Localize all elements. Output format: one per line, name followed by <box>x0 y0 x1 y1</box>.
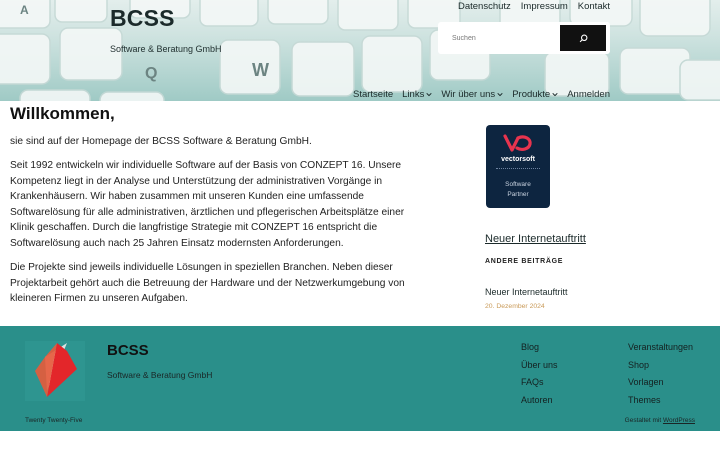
site-footer: BCSS Software & Beratung GmbH Blog Über … <box>0 326 720 431</box>
vectorsoft-logo-icon <box>503 134 532 152</box>
nav-label: Anmelden <box>567 89 610 100</box>
nav-wir-ueber-uns[interactable]: Wir über uns <box>441 89 503 100</box>
footer-nav-col-1: Blog Über uns FAQs Autoren <box>521 342 558 405</box>
paragraph-line: Die Projekte sind jeweils individuelle L… <box>10 262 393 273</box>
key-w: W <box>252 60 269 80</box>
footer-logo[interactable] <box>25 341 85 401</box>
footer-link-themes[interactable]: Themes <box>628 395 693 406</box>
search-box <box>438 22 610 54</box>
other-posts-heading: ANDERE BEITRÄGE <box>485 258 564 265</box>
paragraph-line: Klinik geschaffen. Durch die langfristig… <box>10 222 378 233</box>
intro-paragraph: sie sind auf der Homepage der BCSS Softw… <box>10 136 312 147</box>
nav-datenschutz[interactable]: Datenschutz <box>458 1 511 12</box>
post-date: 20. Dezember 2024 <box>485 303 545 310</box>
projects-paragraph: Die Projekte sind jeweils individuelle L… <box>10 260 450 307</box>
paragraph-line: Seit 1992 entwickeln wir individuelle So… <box>10 160 402 171</box>
nav-impressum[interactable]: Impressum <box>521 1 568 12</box>
arrow-logo-icon <box>35 343 77 397</box>
footer-theme-name: Twenty Twenty-Five <box>25 417 83 424</box>
top-navigation: Datenschutz Impressum Kontakt <box>458 1 610 12</box>
site-header: Q W A BCSS Software & Beratung GmbH Date… <box>0 0 720 101</box>
nav-label: Links <box>402 89 425 100</box>
nav-startseite[interactable]: Startseite <box>353 89 393 100</box>
page-title: Willkommen, <box>10 104 115 123</box>
footer-tagline: Software & Beratung GmbH <box>107 370 213 380</box>
footer-link-shop[interactable]: Shop <box>628 360 693 371</box>
nav-anmelden[interactable]: Anmelden <box>567 89 610 100</box>
post-title-link[interactable]: Neuer Internetauftritt <box>485 287 568 297</box>
credit-prefix: Gestaltet mit <box>624 417 663 424</box>
nav-produkte[interactable]: Produkte <box>512 89 558 100</box>
latest-post-link[interactable]: Neuer Internetauftritt <box>485 233 586 245</box>
badge-line-software: Software <box>505 181 531 188</box>
footer-link-faqs[interactable]: FAQs <box>521 377 558 388</box>
footer-credit: Gestaltet mit WordPress <box>625 417 695 424</box>
paragraph-line: Kompetenz liegt in der Analyse und Unter… <box>10 175 383 187</box>
footer-nav-col-2: Veranstaltungen Shop Vorlagen Themes <box>628 342 693 405</box>
nav-label: Wir über uns <box>441 89 496 100</box>
chevron-down-icon <box>426 92 432 97</box>
footer-link-ueber-uns[interactable]: Über uns <box>521 360 558 371</box>
chevron-down-icon <box>552 92 558 97</box>
nav-label: Startseite <box>353 89 394 100</box>
chevron-down-icon <box>497 92 503 97</box>
footer-link-autoren[interactable]: Autoren <box>521 395 558 406</box>
company-paragraph: Seit 1992 entwickeln wir individuelle So… <box>10 158 450 251</box>
paragraph-line: Softwarelösung auch nach 25 Jahren Einsa… <box>10 237 344 249</box>
search-icon <box>579 34 587 42</box>
key-a: A <box>20 3 29 17</box>
site-tagline: Software & Beratung GmbH <box>110 44 222 54</box>
footer-link-blog[interactable]: Blog <box>521 342 558 353</box>
nav-label: Produkte <box>512 89 551 100</box>
footer-link-vorlagen[interactable]: Vorlagen <box>628 377 693 388</box>
paragraph-line: Softwarelösung für alle administrativen,… <box>10 206 405 218</box>
nav-kontakt[interactable]: Kontakt <box>578 1 610 12</box>
badge-brand: vectorsoft <box>501 156 535 163</box>
footer-link-veranstaltungen[interactable]: Veranstaltungen <box>628 342 693 353</box>
search-button[interactable] <box>560 25 606 51</box>
key-q: Q <box>145 65 157 82</box>
search-input[interactable] <box>444 27 558 49</box>
keyboard-background-image: Q W A <box>0 0 720 101</box>
site-title[interactable]: BCSS <box>110 5 175 32</box>
badge-line-partner: Partner <box>507 191 529 198</box>
paragraph-line: kleineren Firmen zu unseren Aufgaben. <box>10 293 188 304</box>
vectorsoft-partner-badge[interactable]: vectorsoft Software Partner <box>486 125 550 208</box>
paragraph-line: Projektarbeit gehört auch die Betreuung … <box>10 277 405 289</box>
main-navigation: Startseite Links Wir über uns Produkte A… <box>353 89 610 100</box>
badge-divider <box>496 168 540 169</box>
wordpress-link[interactable]: WordPress <box>663 417 695 424</box>
footer-site-title[interactable]: BCSS <box>107 342 149 359</box>
paragraph-line: Krankenhäusern. Wir haben zusammen mit u… <box>10 191 364 202</box>
nav-links[interactable]: Links <box>402 89 432 100</box>
